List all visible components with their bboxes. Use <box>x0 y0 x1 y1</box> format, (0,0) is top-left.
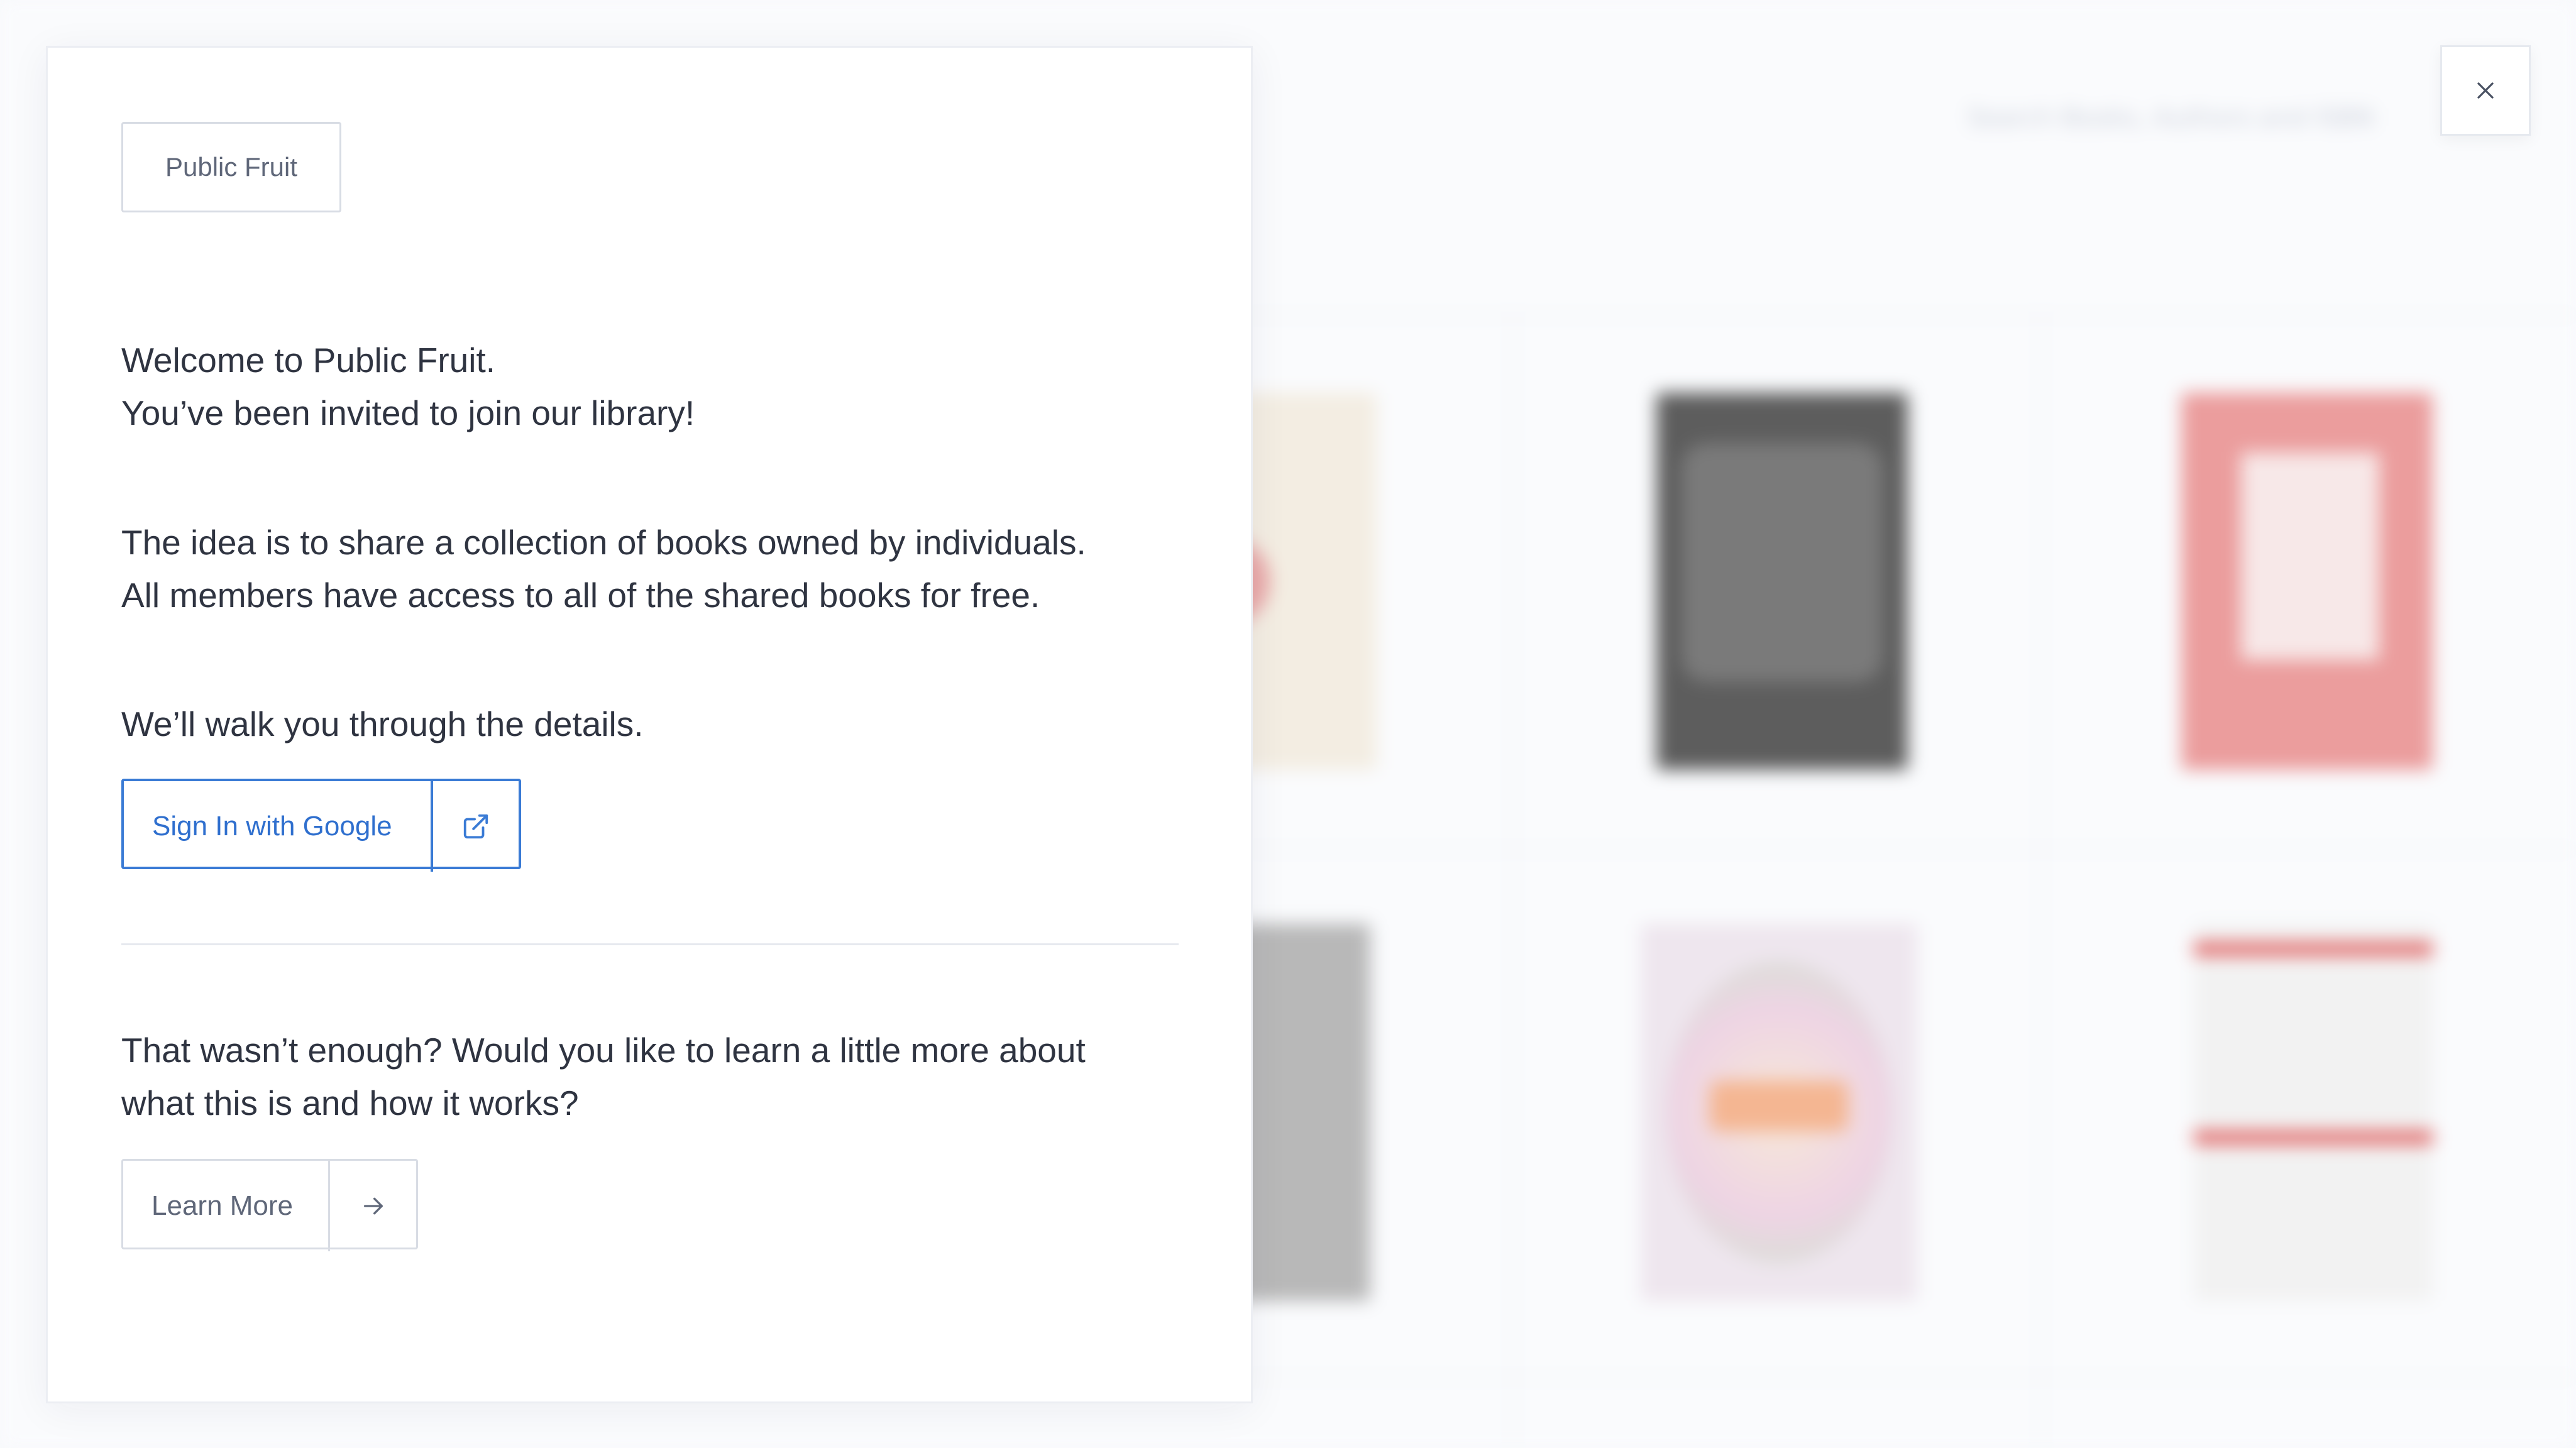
arrow-right-icon <box>363 1197 383 1215</box>
grid-divider <box>1245 1376 2576 1379</box>
grid-divider <box>1245 314 2576 317</box>
invite-line: You’ve been invited to join our library! <box>121 393 695 432</box>
idea-text: The idea is to share a collection of boo… <box>121 516 1086 622</box>
sign-in-google-button-group: Sign In with Google <box>121 779 521 872</box>
close-icon <box>2477 82 2494 99</box>
walkthrough-text: We’ll walk you through the details. <box>121 705 644 743</box>
book-cover <box>2194 924 2433 1301</box>
grid-divider <box>1512 314 1514 1448</box>
book-cover <box>1656 393 1908 770</box>
welcome-text: Welcome to Public Fruit. You’ve been inv… <box>121 334 695 439</box>
access-line: All members have access to all of the sh… <box>121 576 1040 615</box>
brand-tag: Public Fruit <box>121 122 341 212</box>
learn-more-line: That wasn’t enough? Would you like to le… <box>121 1031 1086 1070</box>
learn-more-button-group: Learn More <box>121 1159 418 1251</box>
book-cover <box>2181 393 2433 770</box>
sign-in-external-button[interactable] <box>431 781 519 872</box>
learn-more-arrow-button[interactable] <box>328 1161 416 1251</box>
welcome-panel: Public Fruit Welcome to Public Fruit. Yo… <box>46 46 1253 1403</box>
grid-divider <box>1245 848 2576 851</box>
learn-more-text: That wasn’t enough? Would you like to le… <box>121 1024 1086 1129</box>
close-button[interactable] <box>2440 45 2531 136</box>
external-link-icon <box>463 814 488 839</box>
grid-divider <box>2040 314 2042 1448</box>
sign-in-google-button[interactable]: Sign In with Google <box>124 781 431 872</box>
learn-more-button[interactable]: Learn More <box>123 1161 328 1251</box>
welcome-line: Welcome to Public Fruit. <box>121 341 496 380</box>
background-search-placeholder: Search Books, Authors and ISBN <box>1968 104 2374 133</box>
learn-more-line: what this is and how it works? <box>121 1083 579 1122</box>
book-cover <box>1641 924 1917 1301</box>
idea-line: The idea is to share a collection of boo… <box>121 523 1086 562</box>
section-divider <box>121 943 1179 945</box>
app-stage: Search Books, Authors and ISBN Public Fr… <box>0 0 2576 1448</box>
